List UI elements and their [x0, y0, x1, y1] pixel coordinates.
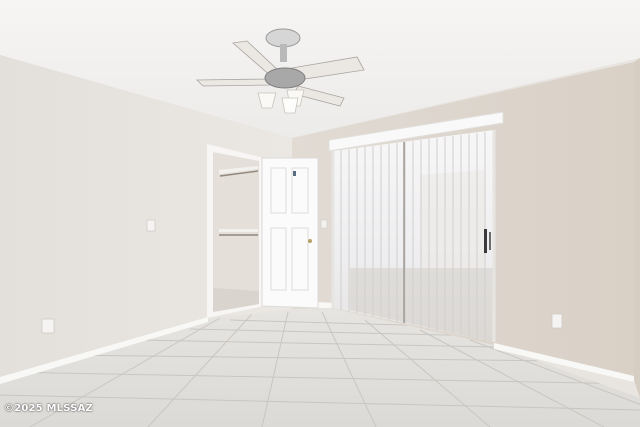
sliding-door-icon[interactable] — [328, 111, 504, 342]
right-wall — [634, 58, 640, 398]
wall-outlet-left — [41, 318, 55, 334]
room-photo: ©2025 MLSSAZ — [0, 0, 640, 427]
wall-switch-back[interactable] — [320, 219, 328, 229]
light-switch[interactable] — [146, 219, 156, 232]
watermark-text: ©2025 MLSSAZ — [4, 403, 93, 414]
room-illustration — [0, 0, 640, 427]
closet-door-icon[interactable] — [261, 157, 319, 309]
wall-outlet-right — [551, 313, 563, 329]
fan-blade-left — [196, 78, 272, 87]
